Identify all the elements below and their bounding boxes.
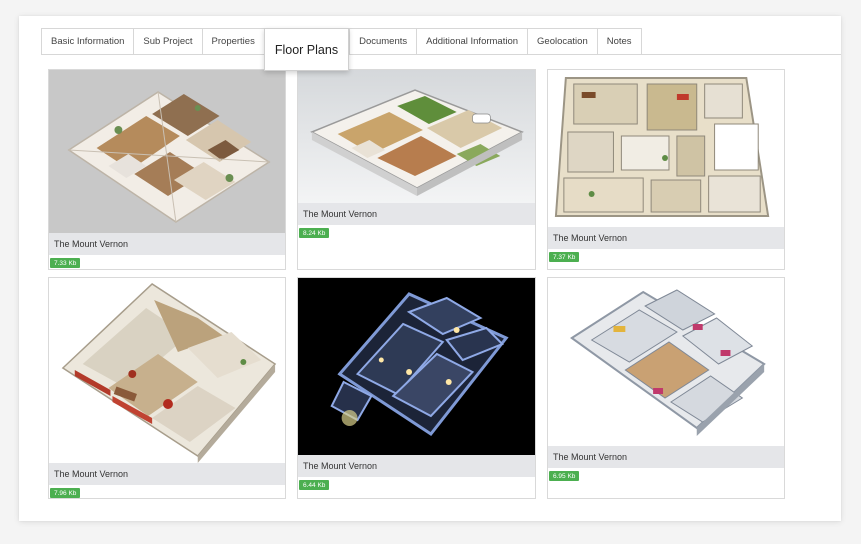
floor-plan-card[interactable]: The Mount Vernon 7.33 Kb <box>48 69 286 270</box>
floor-plan-image[interactable] <box>548 278 784 446</box>
floor-plan-title: The Mount Vernon <box>548 227 784 249</box>
floor-plan-title: The Mount Vernon <box>298 455 535 477</box>
floor-plan-title: The Mount Vernon <box>548 446 784 468</box>
floor-plan-image[interactable] <box>49 70 285 233</box>
tab-geolocation[interactable]: Geolocation <box>527 28 597 55</box>
floor-plan-image[interactable] <box>49 278 285 463</box>
floor-plan-card[interactable]: The Mount Vernon 6.44 Kb <box>297 277 536 499</box>
file-size-badge: 6.44 Kb <box>299 480 330 490</box>
file-size-badge: 6.95 Kb <box>549 471 580 481</box>
floor-plan-card[interactable]: The Mount Vernon 7.37 Kb <box>547 69 785 270</box>
floor-plan-title: The Mount Vernon <box>298 203 535 225</box>
floor-plan-image[interactable] <box>548 70 784 227</box>
tab-additional-information[interactable]: Additional Information <box>416 28 528 55</box>
tab-floor-plans[interactable]: Floor Plans <box>263 28 350 71</box>
file-size-badge: 8.24 Kb <box>299 228 330 238</box>
floor-plan-card[interactable]: The Mount Vernon 7.96 Kb <box>48 277 286 499</box>
floor-plan-image[interactable] <box>298 278 535 455</box>
floor-plan-card[interactable]: The Mount Vernon 6.95 Kb <box>547 277 785 499</box>
floor-plan-image[interactable] <box>298 70 535 203</box>
file-size-badge: 7.96 Kb <box>50 488 81 498</box>
tab-properties[interactable]: Properties <box>201 28 264 55</box>
floor-plan-title: The Mount Vernon <box>49 233 285 255</box>
tab-basic-information[interactable]: Basic Information <box>41 28 134 55</box>
file-size-badge: 7.33 Kb <box>50 258 81 268</box>
floor-plan-title: The Mount Vernon <box>49 463 285 485</box>
tab-sub-project[interactable]: Sub Project <box>133 28 202 55</box>
tab-notes[interactable]: Notes <box>596 28 642 55</box>
floor-plan-card[interactable]: The Mount Vernon 8.24 Kb <box>297 69 536 270</box>
tab-bar: Basic Information Sub Project Properties… <box>41 28 642 71</box>
file-size-badge: 7.37 Kb <box>549 252 580 262</box>
tab-documents[interactable]: Documents <box>349 28 417 55</box>
